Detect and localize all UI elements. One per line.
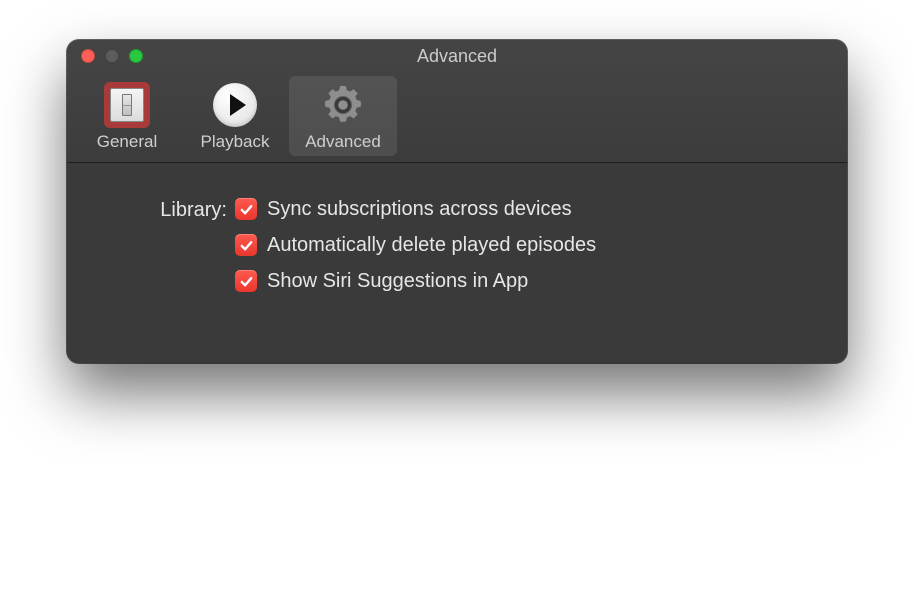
checkbox-icon	[235, 198, 257, 220]
checkbox-icon	[235, 270, 257, 292]
library-section: Library: Sync subscriptions across devic…	[135, 197, 807, 293]
option-label: Sync subscriptions across devices	[267, 197, 572, 221]
window-controls	[81, 49, 143, 63]
switch-icon	[104, 82, 150, 128]
content-pane: Library: Sync subscriptions across devic…	[67, 163, 847, 363]
minimize-button[interactable]	[105, 49, 119, 63]
play-icon	[212, 82, 258, 128]
window-title: Advanced	[417, 46, 497, 67]
checkbox-icon	[235, 234, 257, 256]
option-auto-delete[interactable]: Automatically delete played episodes	[235, 233, 596, 257]
tab-label: Playback	[201, 132, 270, 152]
option-siri-suggestions[interactable]: Show Siri Suggestions in App	[235, 269, 596, 293]
tab-label: Advanced	[305, 132, 381, 152]
options-list: Sync subscriptions across devices Automa…	[235, 197, 596, 293]
gear-icon	[320, 82, 366, 128]
option-sync-subscriptions[interactable]: Sync subscriptions across devices	[235, 197, 596, 221]
option-label: Automatically delete played episodes	[267, 233, 596, 257]
tab-advanced[interactable]: Advanced	[289, 76, 397, 156]
tab-label: General	[97, 132, 157, 152]
section-label: Library:	[135, 197, 235, 222]
tab-general[interactable]: General	[73, 76, 181, 156]
close-button[interactable]	[81, 49, 95, 63]
preferences-toolbar: General Playback	[67, 72, 847, 162]
tab-playback[interactable]: Playback	[181, 76, 289, 156]
titlebar: Advanced General Playback	[67, 40, 847, 163]
option-label: Show Siri Suggestions in App	[267, 269, 528, 293]
titlebar-top: Advanced	[67, 40, 847, 72]
zoom-button[interactable]	[129, 49, 143, 63]
preferences-window: Advanced General Playback	[67, 40, 847, 363]
